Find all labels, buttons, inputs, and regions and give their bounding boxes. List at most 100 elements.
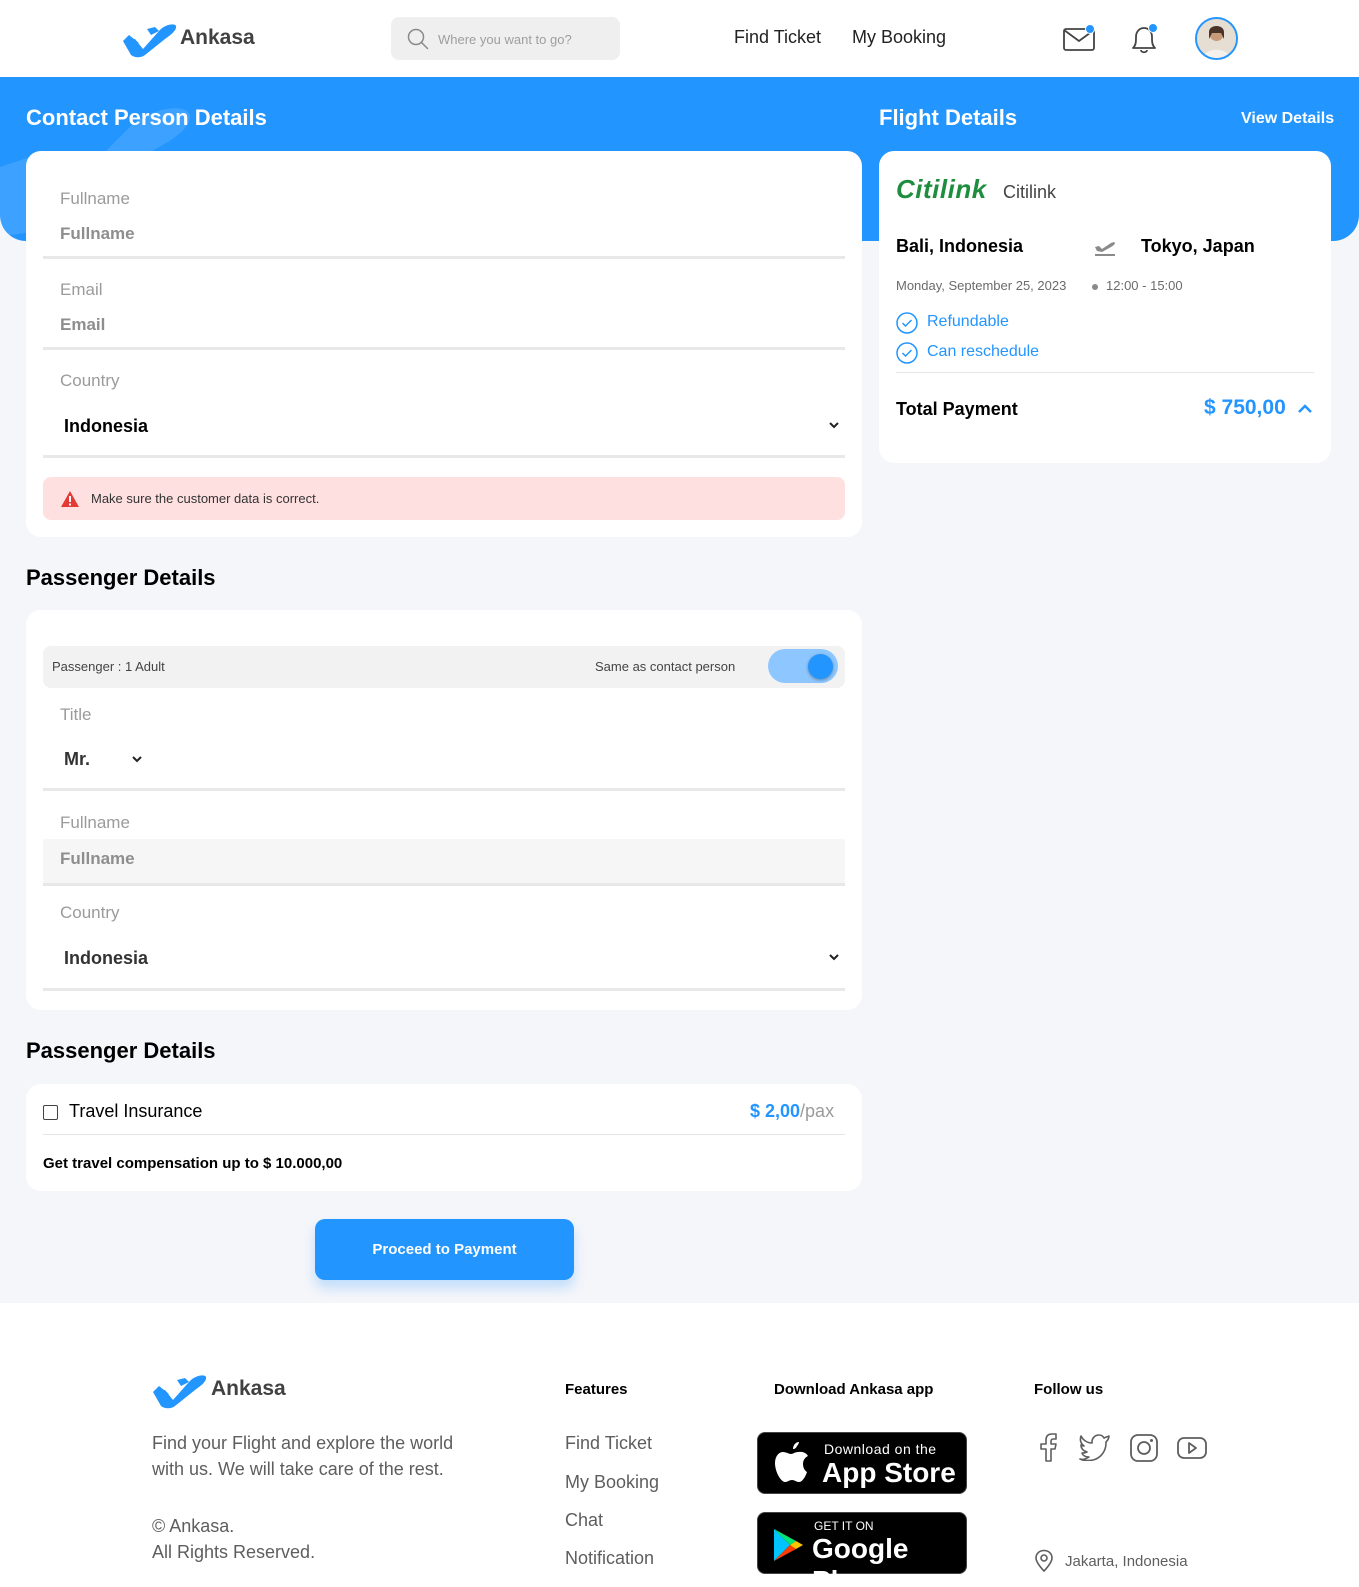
twitter-icon[interactable] bbox=[1079, 1433, 1111, 1466]
feature-reschedule: Can reschedule bbox=[927, 343, 1040, 360]
chevron-down-icon bbox=[828, 418, 840, 433]
same-as-contact-label: Same as contact person bbox=[595, 659, 736, 674]
search-bar[interactable] bbox=[391, 17, 620, 60]
insurance-note: Get travel compensation up to $ 10.000,0… bbox=[43, 1155, 343, 1172]
nav-my-booking[interactable]: My Booking bbox=[852, 27, 946, 48]
contact-email-label: Email bbox=[60, 280, 103, 299]
contact-country-select[interactable]: Indonesia bbox=[43, 404, 845, 448]
contact-country-underline bbox=[43, 455, 845, 458]
passenger-count: Passenger : 1 Adult bbox=[52, 659, 165, 674]
citilink-logo: Citilink bbox=[896, 174, 987, 204]
footer-copyright: © Ankasa. bbox=[152, 1516, 235, 1536]
contact-email-input[interactable]: Email bbox=[60, 315, 105, 335]
facebook-icon[interactable] bbox=[1038, 1432, 1060, 1467]
google-play-icon bbox=[772, 1528, 804, 1567]
contact-fullname-label: Fullname bbox=[60, 189, 130, 208]
insurance-price-value: $ 2,00 bbox=[750, 1101, 801, 1121]
total-payment-value: $ 750,00 bbox=[1204, 396, 1286, 419]
chevron-down-icon bbox=[131, 752, 143, 767]
date-time-separator-dot bbox=[1092, 284, 1098, 290]
view-details-link[interactable]: View Details bbox=[1241, 110, 1334, 128]
insurance-label: Travel Insurance bbox=[69, 1101, 203, 1121]
contact-fullname-input[interactable]: Fullname bbox=[60, 224, 135, 244]
passenger-country-select[interactable]: Indonesia bbox=[43, 937, 845, 981]
insurance-section-title: Passenger Details bbox=[26, 1038, 216, 1063]
flight-destination: Tokyo, Japan bbox=[1141, 236, 1255, 256]
apple-icon bbox=[774, 1442, 810, 1489]
footer-brand-logo-icon bbox=[151, 1370, 207, 1410]
total-payment-label: Total Payment bbox=[896, 399, 1018, 419]
instagram-icon[interactable] bbox=[1129, 1433, 1159, 1468]
passenger-fullname-input[interactable]: Fullname bbox=[43, 839, 845, 883]
contact-country-value: Indonesia bbox=[64, 416, 149, 436]
airline-name: Citilink bbox=[1003, 182, 1057, 202]
top-navbar: Ankasa Find Ticket My Booking bbox=[0, 0, 1359, 77]
footer-link-find-ticket[interactable]: Find Ticket bbox=[565, 1433, 652, 1454]
nav-find-ticket[interactable]: Find Ticket bbox=[734, 27, 821, 48]
footer-link-chat[interactable]: Chat bbox=[565, 1510, 603, 1531]
footer-follow-title: Follow us bbox=[1034, 1381, 1104, 1398]
footer-rights: All Rights Reserved. bbox=[152, 1542, 316, 1562]
passenger-fullname-value: Fullname bbox=[60, 849, 135, 868]
notification-unread-dot bbox=[1148, 23, 1158, 33]
warning-text: Make sure the customer data is correct. bbox=[91, 491, 320, 506]
mail-button[interactable] bbox=[1063, 24, 1097, 54]
footer-features-title: Features bbox=[565, 1381, 628, 1398]
contact-fullname-underline bbox=[43, 256, 845, 259]
footer-location: Jakarta, Indonesia bbox=[1065, 1553, 1188, 1570]
passenger-country-label: Country bbox=[60, 903, 120, 922]
insurance-checkbox[interactable] bbox=[43, 1105, 58, 1120]
footer-brand-name: Ankasa bbox=[211, 1377, 286, 1400]
passenger-info-bar: Passenger : 1 Adult Same as contact pers… bbox=[43, 646, 845, 688]
flight-section-title: Flight Details bbox=[879, 105, 1018, 130]
flight-date: Monday, September 25, 2023 bbox=[896, 278, 1067, 293]
brand-name[interactable]: Ankasa bbox=[180, 26, 255, 50]
passenger-section-title: Passenger Details bbox=[26, 565, 216, 590]
google-play-big-text: Google Play bbox=[812, 1533, 909, 1587]
flight-origin: Bali, Indonesia bbox=[896, 236, 1024, 256]
contact-country-label: Country bbox=[60, 371, 120, 390]
plane-departure-icon bbox=[1094, 236, 1116, 261]
passenger-title-select[interactable]: Mr. bbox=[43, 740, 153, 780]
location-pin-icon bbox=[1034, 1549, 1054, 1578]
google-play-small-text: GET IT ON bbox=[814, 1519, 874, 1533]
search-input[interactable] bbox=[438, 28, 608, 50]
avatar[interactable] bbox=[1195, 17, 1238, 60]
chevron-up-icon[interactable] bbox=[1297, 402, 1313, 421]
footer-link-my-booking[interactable]: My Booking bbox=[565, 1472, 659, 1493]
chevron-down-icon bbox=[828, 950, 840, 965]
flight-card-divider bbox=[896, 372, 1314, 373]
contact-email-underline bbox=[43, 347, 845, 350]
insurance-price-unit: /pax bbox=[800, 1101, 835, 1121]
check-circle-icon bbox=[896, 312, 918, 339]
contact-section-title: Contact Person Details bbox=[26, 105, 267, 130]
footer-tagline: Find your Flight and explore the world w… bbox=[152, 1433, 454, 1479]
passenger-title-value: Mr. bbox=[64, 749, 91, 769]
warning-icon bbox=[60, 490, 80, 513]
footer-link-notification[interactable]: Notification bbox=[565, 1548, 654, 1569]
same-as-contact-toggle[interactable] bbox=[768, 649, 838, 683]
search-icon bbox=[407, 28, 429, 55]
insurance-divider bbox=[43, 1134, 845, 1135]
passenger-title-underline bbox=[43, 788, 845, 791]
passenger-country-value: Indonesia bbox=[64, 948, 149, 968]
notification-button[interactable] bbox=[1128, 22, 1162, 56]
youtube-icon[interactable] bbox=[1176, 1436, 1208, 1465]
warning-banner: Make sure the customer data is correct. bbox=[43, 477, 845, 520]
feature-refundable: Refundable bbox=[927, 313, 1009, 330]
passenger-country-underline bbox=[43, 988, 845, 991]
app-store-big-text: App Store bbox=[822, 1457, 956, 1488]
proceed-to-payment-button[interactable]: Proceed to Payment bbox=[315, 1219, 574, 1280]
insurance-price: $ 2,00/pax bbox=[750, 1101, 834, 1122]
mail-unread-dot bbox=[1085, 24, 1095, 34]
app-store-badge[interactable]: Download on the App Store bbox=[757, 1432, 967, 1494]
app-store-small-text: Download on the bbox=[824, 1441, 937, 1457]
check-circle-icon bbox=[896, 342, 918, 369]
passenger-title-label: Title bbox=[60, 705, 92, 724]
passenger-fullname-underline bbox=[43, 883, 845, 886]
toggle-knob bbox=[808, 654, 833, 679]
brand-logo-icon[interactable] bbox=[121, 19, 177, 59]
passenger-fullname-label: Fullname bbox=[60, 813, 130, 832]
footer-download-title: Download Ankasa app bbox=[774, 1381, 934, 1398]
google-play-badge[interactable]: GET IT ON Google Play bbox=[757, 1512, 967, 1587]
